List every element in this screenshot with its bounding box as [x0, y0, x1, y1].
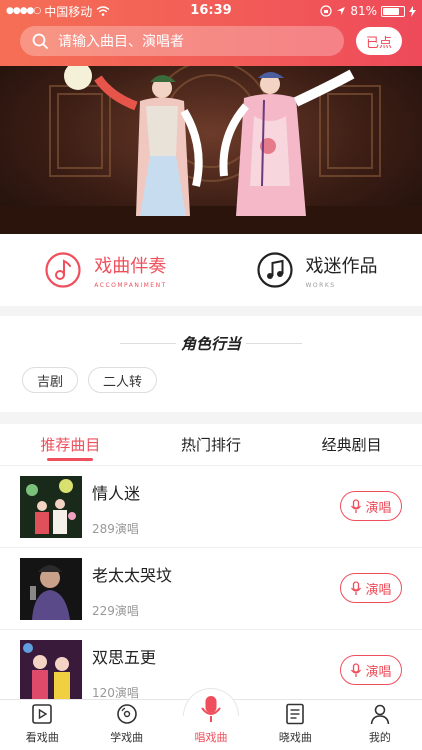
- tabbar-label: 我的: [368, 731, 391, 744]
- tab-classic-plays[interactable]: 经典剧目: [281, 424, 422, 465]
- battery-icon: [381, 5, 405, 17]
- battery-percent: 81%: [350, 4, 377, 18]
- roles-section: 角色行当 吉剧 二人转: [0, 316, 422, 412]
- song-thumbnail: [20, 558, 82, 620]
- sing-label: 演唱: [365, 664, 392, 680]
- song-thumbnail: [20, 640, 82, 699]
- sing-count: 120演唱: [92, 686, 139, 699]
- wifi-icon: [96, 6, 110, 16]
- microphone-icon: [351, 662, 362, 677]
- carrier-label: 中国移动: [44, 4, 93, 19]
- play-video-icon: [32, 704, 53, 724]
- tabbar-item-mine[interactable]: 我的: [338, 700, 422, 750]
- category-accompaniment[interactable]: 戏曲伴奏 ACCOMPANIMENT: [0, 234, 211, 306]
- header: ●●●●○ 中国移动 16:39 81% 请输入曲目、演唱者 已点: [0, 0, 422, 66]
- search-icon: [32, 33, 48, 49]
- sing-count: 229演唱: [92, 604, 139, 618]
- sing-button[interactable]: 演唱: [340, 655, 402, 685]
- location-icon: [337, 7, 346, 15]
- tabbar-item-know[interactable]: 晓戏曲: [253, 700, 337, 750]
- category-row: 戏曲伴奏 ACCOMPANIMENT 戏迷作品 WORKS: [0, 234, 422, 306]
- signal-icon: ●●●●○: [6, 6, 41, 16]
- category-works[interactable]: 戏迷作品 WORKS: [211, 234, 422, 306]
- person-icon: [370, 704, 390, 725]
- rotation-lock-icon: [320, 5, 332, 17]
- category-title: 戏迷作品: [305, 255, 378, 277]
- sing-count: 289演唱: [92, 522, 139, 536]
- section-title: 角色行当: [180, 335, 241, 353]
- microphone-icon: [201, 696, 221, 722]
- tabbar-item-learn[interactable]: 学戏曲: [84, 700, 168, 750]
- section-divider: [0, 412, 422, 424]
- sing-label: 演唱: [365, 582, 392, 598]
- song-tabs: 推荐曲目 热门排行 经典剧目: [0, 424, 422, 466]
- sing-button[interactable]: 演唱: [340, 491, 402, 521]
- song-title: 老太太哭坟: [92, 566, 173, 585]
- song-title: 双思五更: [92, 648, 157, 667]
- tabbar-label: 看戏曲: [25, 731, 59, 744]
- list-item[interactable]: 情人迷 289演唱 演唱: [0, 466, 422, 548]
- banner-image[interactable]: [0, 66, 422, 234]
- sing-label: 演唱: [365, 500, 392, 516]
- category-subtitle: ACCOMPANIMENT: [94, 281, 167, 289]
- music-note-circle-icon: [45, 252, 81, 288]
- tabbar-item-sing[interactable]: 唱戏曲: [169, 688, 253, 750]
- tab-recommended[interactable]: 推荐曲目: [0, 424, 141, 465]
- bottom-tab-bar: 看戏曲 学戏曲 唱戏曲 晓戏曲 我的: [0, 688, 422, 750]
- charging-icon: [409, 5, 416, 17]
- list-item[interactable]: 老太太哭坟 229演唱 演唱: [0, 548, 422, 630]
- microphone-icon: [351, 498, 362, 513]
- music-note-circle-icon: [256, 252, 293, 288]
- microphone-icon: [351, 580, 362, 595]
- tabbar-label: 晓戏曲: [278, 731, 312, 744]
- document-icon: [286, 703, 305, 725]
- category-subtitle: WORKS: [305, 281, 336, 289]
- tabbar-item-watch[interactable]: 看戏曲: [0, 700, 84, 750]
- role-tag[interactable]: 吉剧: [22, 367, 79, 393]
- tabbar-label: 学戏曲: [110, 731, 144, 744]
- stage-illustration: [0, 66, 422, 234]
- song-title: 情人迷: [92, 484, 141, 503]
- section-divider: [0, 306, 422, 316]
- sing-button[interactable]: 演唱: [340, 573, 402, 603]
- search-placeholder: 请输入曲目、演唱者: [58, 34, 184, 50]
- search-input[interactable]: 请输入曲目、演唱者: [20, 26, 344, 56]
- song-list: 情人迷 289演唱 演唱 老太太哭坟 229演唱 演唱 双思五更 120演唱 演…: [0, 466, 422, 699]
- disc-icon: [116, 704, 137, 724]
- song-thumbnail: [20, 476, 82, 538]
- category-title: 戏曲伴奏: [94, 255, 167, 277]
- title-rule: [246, 343, 302, 344]
- tabbar-label: 唱戏曲: [194, 731, 228, 744]
- role-tag[interactable]: 二人转: [88, 367, 158, 393]
- ordered-songs-button[interactable]: 已点: [356, 27, 402, 55]
- status-bar: ●●●●○ 中国移动 16:39 81%: [0, 0, 422, 22]
- tab-hot-ranking[interactable]: 热门排行: [141, 424, 282, 465]
